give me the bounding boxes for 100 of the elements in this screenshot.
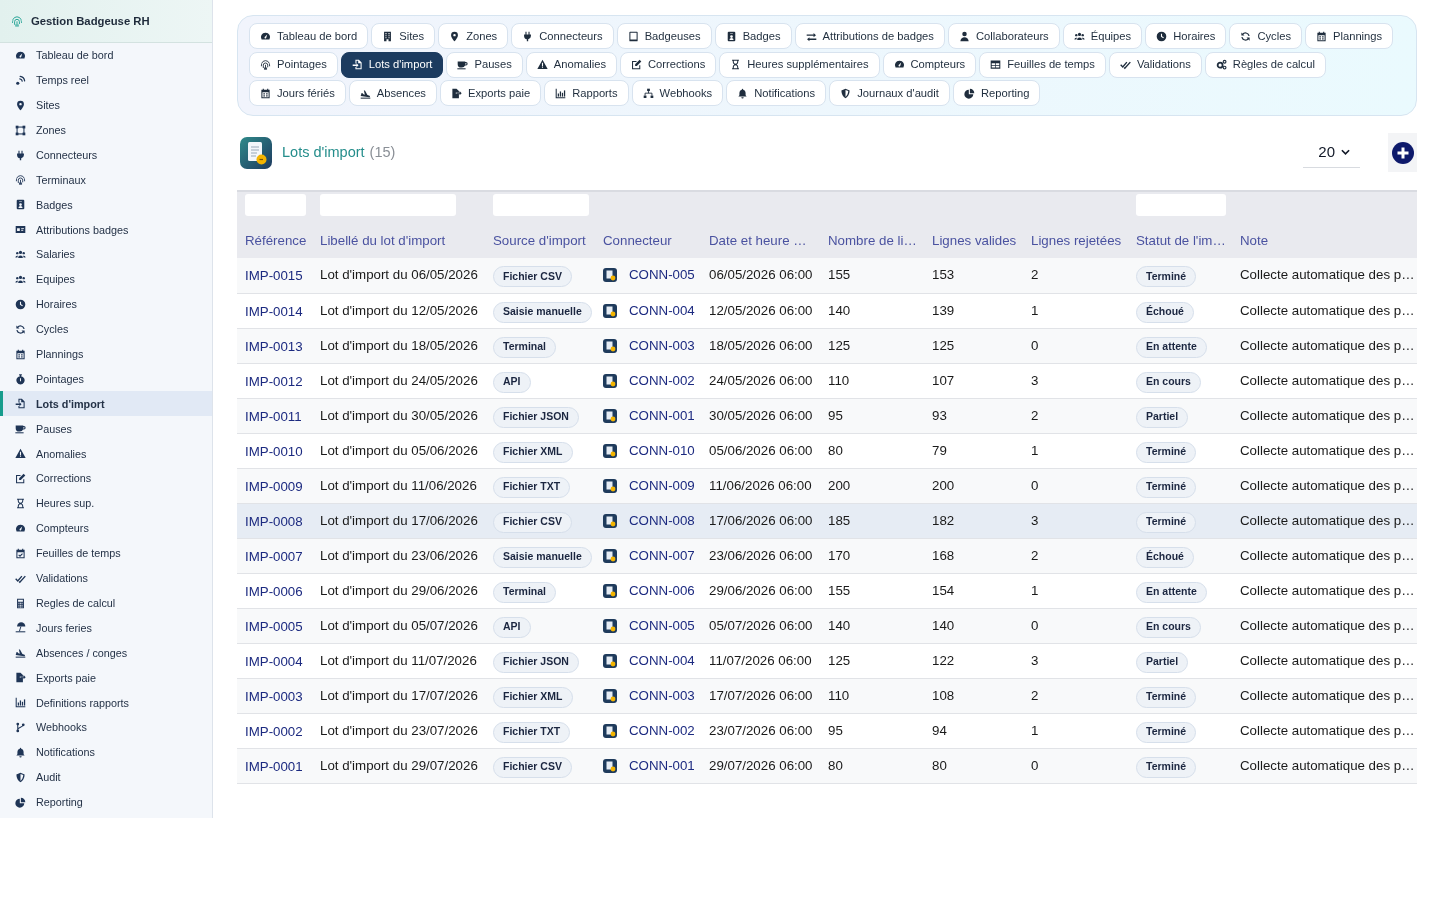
- table-row[interactable]: IMP-0002 Lot d'import du 23/07/2026 Fichier TXT CONN-002 23/07/2026 06:00 95 94 1 Terminé Collecte automatique des p…: [237, 713, 1417, 748]
- sidebar-item[interactable]: Badges: [0, 192, 212, 218]
- sidebar-item[interactable]: Regles de calcul: [0, 590, 212, 616]
- nav-tab[interactable]: Heures supplémentaires: [719, 51, 880, 78]
- connector-link[interactable]: CONN-005: [629, 265, 695, 286]
- table-row[interactable]: IMP-0004 Lot d'import du 11/07/2026 Fichier JSON CONN-004 11/07/2026 06:00 125 122 3 Partiel Collecte automatique des p…: [237, 643, 1417, 678]
- reference-link[interactable]: IMP-0013: [245, 338, 303, 354]
- connector-link[interactable]: CONN-003: [629, 335, 695, 356]
- sidebar-item[interactable]: Horaires: [0, 291, 212, 317]
- sidebar-item[interactable]: Terminaux: [0, 167, 212, 193]
- sidebar-item[interactable]: Temps reel: [0, 67, 212, 93]
- table-row[interactable]: IMP-0012 Lot d'import du 24/05/2026 API CONN-002 24/05/2026 06:00 110 107 3 En cours Collecte automatique des p…: [237, 363, 1417, 398]
- table-row[interactable]: IMP-0015 Lot d'import du 06/05/2026 Fichier CSV CONN-005 06/05/2026 06:00 155 153 2 Terminé Collecte automatique des p…: [237, 258, 1417, 293]
- sidebar-item[interactable]: Plannings: [0, 341, 212, 367]
- nav-tab[interactable]: Notifications: [726, 80, 827, 106]
- connector-link[interactable]: CONN-002: [629, 370, 695, 391]
- table-row[interactable]: IMP-0003 Lot d'import du 17/07/2026 Fichier XML CONN-003 17/07/2026 06:00 110 108 2 Terminé Collecte automatique des p…: [237, 678, 1417, 713]
- connector-link[interactable]: CONN-002: [629, 720, 695, 741]
- reference-link[interactable]: IMP-0010: [245, 443, 303, 459]
- nav-tab[interactable]: Compteurs: [882, 51, 977, 78]
- nav-tab[interactable]: Reporting: [952, 80, 1041, 106]
- nav-tab[interactable]: Validations: [1108, 51, 1202, 78]
- connector-link[interactable]: CONN-004: [629, 650, 695, 671]
- sidebar-item[interactable]: Pointages: [0, 366, 212, 392]
- nav-tab[interactable]: Plannings: [1305, 23, 1394, 49]
- sidebar-item[interactable]: Sites: [0, 92, 212, 118]
- sidebar-item[interactable]: Definitions rapports: [0, 690, 212, 716]
- reference-link[interactable]: IMP-0012: [245, 373, 303, 389]
- reference-link[interactable]: IMP-0015: [245, 268, 303, 284]
- table-row[interactable]: IMP-0009 Lot d'import du 11/06/2026 Fichier TXT CONN-009 11/06/2026 06:00 200 200 0 Terminé Collecte automatique des p…: [237, 468, 1417, 503]
- reference-link[interactable]: IMP-0014: [245, 303, 303, 319]
- table-row[interactable]: IMP-0001 Lot d'import du 29/07/2026 Fichier CSV CONN-001 29/07/2026 06:00 80 80 0 Terminé Collecte automatique des p…: [237, 748, 1417, 783]
- nav-tab[interactable]: Anomalies: [525, 51, 618, 78]
- connector-link[interactable]: CONN-009: [629, 475, 695, 496]
- connector-link[interactable]: CONN-007: [629, 545, 695, 566]
- nav-tab[interactable]: Pointages: [249, 51, 338, 78]
- page-size-select[interactable]: 20: [1303, 137, 1360, 168]
- nav-tab[interactable]: Corrections: [620, 51, 717, 78]
- nav-tab[interactable]: Rapports: [544, 80, 629, 106]
- nav-tab[interactable]: Feuilles de temps: [979, 51, 1106, 78]
- nav-tab[interactable]: Absences: [348, 80, 437, 106]
- sidebar-item[interactable]: Anomalies: [0, 441, 212, 467]
- nav-tab[interactable]: Tableau de bord: [249, 23, 369, 49]
- connector-link[interactable]: CONN-010: [629, 440, 695, 461]
- sidebar-item[interactable]: Connecteurs: [0, 142, 212, 168]
- connector-link[interactable]: CONN-003: [629, 685, 695, 706]
- nav-tab[interactable]: Sites: [371, 23, 436, 49]
- connector-link[interactable]: CONN-005: [629, 615, 695, 636]
- connector-link[interactable]: CONN-008: [629, 510, 695, 531]
- sidebar-item[interactable]: Validations: [0, 565, 212, 591]
- sidebar-item[interactable]: Absences / conges: [0, 640, 212, 666]
- add-button[interactable]: [1388, 133, 1417, 172]
- nav-tab[interactable]: Exports paie: [439, 80, 542, 106]
- nav-tab[interactable]: Équipes: [1062, 23, 1143, 49]
- nav-tab[interactable]: Attributions de badges: [794, 23, 945, 49]
- nav-tab[interactable]: Connecteurs: [511, 23, 614, 49]
- nav-tab[interactable]: Règles de calcul: [1204, 51, 1326, 78]
- nav-tab[interactable]: Zones: [438, 23, 509, 49]
- connector-link[interactable]: CONN-001: [629, 755, 695, 776]
- nav-tab[interactable]: Lots d'import: [340, 51, 444, 78]
- nav-tab[interactable]: Badgeuses: [616, 23, 712, 49]
- table-row[interactable]: IMP-0014 Lot d'import du 12/05/2026 Saisie manuelle CONN-004 12/05/2026 06:00 140 139 1 Échoué Collecte automatique des p…: [237, 293, 1417, 328]
- sidebar-item[interactable]: Attributions badges: [0, 217, 212, 243]
- nav-tab[interactable]: Collaborateurs: [947, 23, 1060, 49]
- reference-link[interactable]: IMP-0011: [245, 408, 302, 424]
- nav-tab[interactable]: Cycles: [1229, 23, 1302, 49]
- reference-link[interactable]: IMP-0002: [245, 723, 303, 739]
- sidebar-item[interactable]: Webhooks: [0, 715, 212, 740]
- sidebar-item[interactable]: Reporting: [0, 789, 212, 815]
- sidebar-item[interactable]: Pauses: [0, 416, 212, 442]
- sidebar-item[interactable]: Exports paie: [0, 665, 212, 691]
- reference-link[interactable]: IMP-0003: [245, 688, 303, 704]
- reference-link[interactable]: IMP-0009: [245, 478, 303, 494]
- sidebar-item[interactable]: Equipes: [0, 267, 212, 292]
- nav-tab[interactable]: Badges: [714, 23, 792, 49]
- reference-link[interactable]: IMP-0007: [245, 548, 303, 564]
- nav-tab[interactable]: Journaux d'audit: [829, 80, 950, 106]
- connector-link[interactable]: CONN-004: [629, 300, 695, 321]
- table-row[interactable]: IMP-0011 Lot d'import du 30/05/2026 Fichier JSON CONN-001 30/05/2026 06:00 95 93 2 Partiel Collecte automatique des p…: [237, 398, 1417, 433]
- nav-tab[interactable]: Horaires: [1145, 23, 1227, 49]
- sidebar-item[interactable]: Tableau de bord: [0, 43, 212, 68]
- reference-link[interactable]: IMP-0006: [245, 583, 303, 599]
- nav-tab[interactable]: Pauses: [446, 51, 523, 78]
- sidebar-item[interactable]: Corrections: [0, 466, 212, 492]
- reference-link[interactable]: IMP-0001: [245, 758, 303, 774]
- table-row[interactable]: IMP-0006 Lot d'import du 29/06/2026 Terminal CONN-006 29/06/2026 06:00 155 154 1 En attente Collecte automatique des p…: [237, 573, 1417, 608]
- reference-link[interactable]: IMP-0008: [245, 513, 303, 529]
- sidebar-item[interactable]: Notifications: [0, 739, 212, 765]
- sidebar-item[interactable]: Feuilles de temps: [0, 540, 212, 566]
- sidebar-item[interactable]: Compteurs: [0, 515, 212, 541]
- table-row[interactable]: IMP-0005 Lot d'import du 05/07/2026 API CONN-005 05/07/2026 06:00 140 140 0 En cours Collecte automatique des p…: [237, 608, 1417, 643]
- reference-link[interactable]: IMP-0004: [245, 653, 303, 669]
- reference-link[interactable]: IMP-0005: [245, 618, 303, 634]
- sidebar-item[interactable]: Heures sup.: [0, 491, 212, 516]
- sidebar-item[interactable]: Cycles: [0, 316, 212, 342]
- table-row[interactable]: IMP-0007 Lot d'import du 23/06/2026 Saisie manuelle CONN-007 23/06/2026 06:00 170 168 2 Échoué Collecte automatique des p…: [237, 538, 1417, 573]
- table-row[interactable]: IMP-0013 Lot d'import du 18/05/2026 Terminal CONN-003 18/05/2026 06:00 125 125 0 En attente Collecte automatique des p…: [237, 328, 1417, 363]
- sidebar-item[interactable]: Zones: [0, 117, 212, 143]
- connector-link[interactable]: CONN-006: [629, 580, 695, 601]
- nav-tab[interactable]: Jours fériés: [249, 80, 346, 106]
